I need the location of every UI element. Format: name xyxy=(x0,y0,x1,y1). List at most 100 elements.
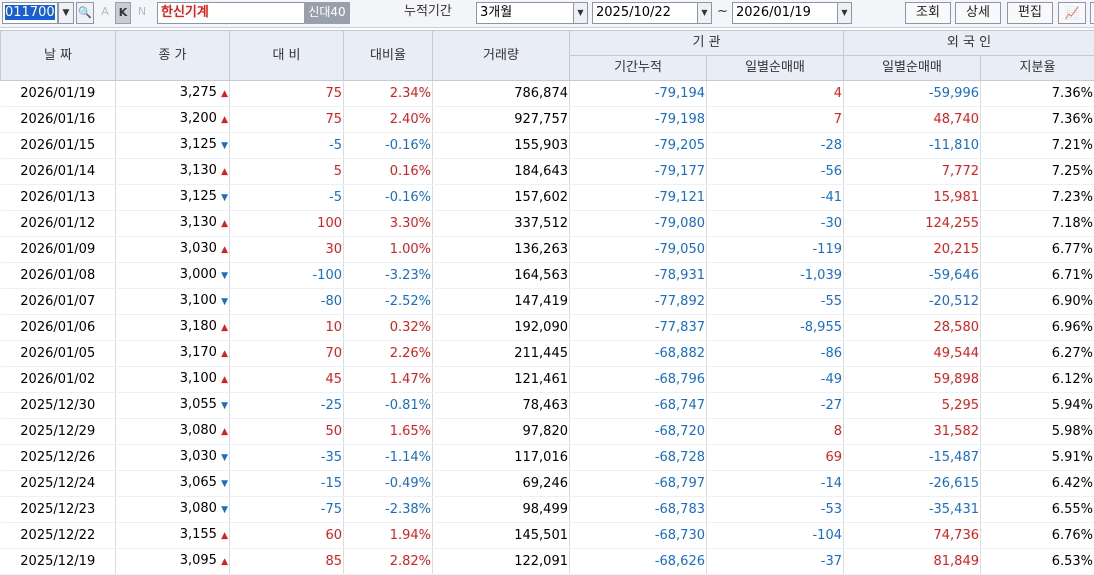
close-value: 3,180 xyxy=(180,319,217,334)
cell-date: 2026/01/06 xyxy=(1,315,116,341)
table-row[interactable]: 2026/01/143,130 ▲50.16%184,643-79,177-56… xyxy=(1,159,1094,185)
table-row[interactable]: 2026/01/153,125 ▼-5-0.16%155,903-79,205-… xyxy=(1,133,1094,159)
cell-volume: 192,090 xyxy=(433,315,570,341)
more-button[interactable] xyxy=(1090,2,1094,24)
arrow-up-icon: ▲ xyxy=(221,427,228,437)
cell-foreign-daily: 28,580 xyxy=(844,315,981,341)
header-volume[interactable]: 거래량 xyxy=(433,31,570,81)
stock-code-input[interactable]: 011700 xyxy=(2,2,58,24)
table-body: 2026/01/193,275 ▲752.34%786,874-79,1944-… xyxy=(1,81,1094,575)
close-value: 3,100 xyxy=(180,371,217,386)
table-row[interactable]: 2025/12/303,055 ▼-25-0.81%78,463-68,747-… xyxy=(1,393,1094,419)
header-date[interactable]: 날 짜 xyxy=(1,31,116,81)
table-row[interactable]: 2025/12/233,080 ▼-75-2.38%98,499-68,783-… xyxy=(1,497,1094,523)
cell-inst-cumulative: -77,837 xyxy=(570,315,707,341)
chevron-down-icon[interactable]: ▼ xyxy=(837,3,851,23)
cell-foreign-ratio: 7.21% xyxy=(981,133,1094,159)
cell-close: 3,100 ▲ xyxy=(116,367,230,393)
cell-inst-daily: 4 xyxy=(707,81,844,107)
table-row[interactable]: 2026/01/123,130 ▲1003.30%337,512-79,080-… xyxy=(1,211,1094,237)
code-dropdown-button[interactable]: ▼ xyxy=(58,2,74,24)
table-row[interactable]: 2025/12/223,155 ▲601.94%145,501-68,730-1… xyxy=(1,523,1094,549)
header-foreign-daily[interactable]: 일별순매매 xyxy=(844,56,981,81)
table-row[interactable]: 2026/01/073,100 ▼-80-2.52%147,419-77,892… xyxy=(1,289,1094,315)
market-k-button[interactable]: K xyxy=(115,2,131,24)
cell-foreign-daily: 15,981 xyxy=(844,185,981,211)
date-to-picker[interactable]: 2026/01/19 ▼ xyxy=(732,2,852,24)
table-row[interactable]: 2026/01/133,125 ▼-5-0.16%157,602-79,121-… xyxy=(1,185,1094,211)
cell-close: 3,125 ▼ xyxy=(116,133,230,159)
cell-close: 3,275 ▲ xyxy=(116,81,230,107)
close-value: 3,080 xyxy=(180,423,217,438)
code-search-button[interactable]: 🔍 xyxy=(76,2,94,24)
chevron-down-icon: ▼ xyxy=(63,8,70,18)
header-change[interactable]: 대 비 xyxy=(230,31,344,81)
market-a-button[interactable]: A xyxy=(98,2,112,24)
chevron-down-icon[interactable]: ▼ xyxy=(697,3,711,23)
arrow-down-icon: ▼ xyxy=(221,193,228,203)
cell-inst-cumulative: -68,797 xyxy=(570,471,707,497)
date-to-value: 2026/01/19 xyxy=(736,5,811,20)
table-row[interactable]: 2025/12/293,080 ▲501.65%97,820-68,720831… xyxy=(1,419,1094,445)
cell-change: 100 xyxy=(230,211,344,237)
cell-volume: 927,757 xyxy=(433,107,570,133)
date-from-value: 2025/10/22 xyxy=(596,5,671,20)
cell-close: 3,200 ▲ xyxy=(116,107,230,133)
cell-volume: 211,445 xyxy=(433,341,570,367)
header-inst-cumulative[interactable]: 기간누적 xyxy=(570,56,707,81)
cell-inst-cumulative: -68,747 xyxy=(570,393,707,419)
detail-button[interactable]: 상세 xyxy=(955,2,1001,24)
table-row[interactable]: 2026/01/023,100 ▲451.47%121,461-68,796-4… xyxy=(1,367,1094,393)
cell-change: 85 xyxy=(230,549,344,575)
cell-date: 2025/12/22 xyxy=(1,523,116,549)
chart-button[interactable]: 📈 xyxy=(1058,2,1086,24)
cell-date: 2026/01/19 xyxy=(1,81,116,107)
cell-inst-daily: -119 xyxy=(707,237,844,263)
cell-volume: 98,499 xyxy=(433,497,570,523)
cell-foreign-daily: 48,740 xyxy=(844,107,981,133)
cell-inst-cumulative: -79,080 xyxy=(570,211,707,237)
cell-change: 30 xyxy=(230,237,344,263)
table-row[interactable]: 2026/01/053,170 ▲702.26%211,445-68,882-8… xyxy=(1,341,1094,367)
market-n-button[interactable]: N xyxy=(135,2,149,24)
arrow-up-icon: ▲ xyxy=(221,349,228,359)
cell-foreign-ratio: 7.36% xyxy=(981,107,1094,133)
cell-foreign-ratio: 6.53% xyxy=(981,549,1094,575)
chevron-down-icon[interactable]: ▼ xyxy=(573,3,587,23)
cell-change-rate: -1.14% xyxy=(344,445,433,471)
query-button[interactable]: 조회 xyxy=(905,2,951,24)
period-select[interactable]: 3개월▼ xyxy=(476,2,588,24)
cell-inst-cumulative: -68,730 xyxy=(570,523,707,549)
arrow-down-icon: ▼ xyxy=(221,453,228,463)
cell-volume: 164,563 xyxy=(433,263,570,289)
cell-volume: 69,246 xyxy=(433,471,570,497)
header-foreign-ratio[interactable]: 지분율 xyxy=(981,56,1094,81)
cell-foreign-daily: 124,255 xyxy=(844,211,981,237)
table-row[interactable]: 2025/12/263,030 ▼-35-1.14%117,016-68,728… xyxy=(1,445,1094,471)
table-row[interactable]: 2026/01/193,275 ▲752.34%786,874-79,1944-… xyxy=(1,81,1094,107)
cell-close: 3,055 ▼ xyxy=(116,393,230,419)
header-change-rate[interactable]: 대비율 xyxy=(344,31,433,81)
header-close[interactable]: 종 가 xyxy=(116,31,230,81)
cell-inst-daily: -8,955 xyxy=(707,315,844,341)
cell-volume: 337,512 xyxy=(433,211,570,237)
cell-change: 60 xyxy=(230,523,344,549)
table-row[interactable]: 2026/01/063,180 ▲100.32%192,090-77,837-8… xyxy=(1,315,1094,341)
cell-foreign-ratio: 7.25% xyxy=(981,159,1094,185)
table-row[interactable]: 2026/01/093,030 ▲301.00%136,263-79,050-1… xyxy=(1,237,1094,263)
arrow-up-icon: ▲ xyxy=(221,167,228,177)
cell-foreign-ratio: 7.23% xyxy=(981,185,1094,211)
table-row[interactable]: 2026/01/083,000 ▼-100-3.23%164,563-78,93… xyxy=(1,263,1094,289)
arrow-down-icon: ▼ xyxy=(221,141,228,151)
table-row[interactable]: 2025/12/193,095 ▲852.82%122,091-68,626-3… xyxy=(1,549,1094,575)
table-row[interactable]: 2026/01/163,200 ▲752.40%927,757-79,19874… xyxy=(1,107,1094,133)
cell-change: 50 xyxy=(230,419,344,445)
table-row[interactable]: 2025/12/243,065 ▼-15-0.49%69,246-68,797-… xyxy=(1,471,1094,497)
cell-foreign-ratio: 6.42% xyxy=(981,471,1094,497)
edit-button[interactable]: 편집 xyxy=(1007,2,1053,24)
cell-inst-cumulative: -79,194 xyxy=(570,81,707,107)
header-inst-daily[interactable]: 일별순매매 xyxy=(707,56,844,81)
date-from-picker[interactable]: 2025/10/22 ▼ xyxy=(592,2,712,24)
cell-change: -5 xyxy=(230,133,344,159)
period-label: 누적기간 xyxy=(404,2,468,24)
